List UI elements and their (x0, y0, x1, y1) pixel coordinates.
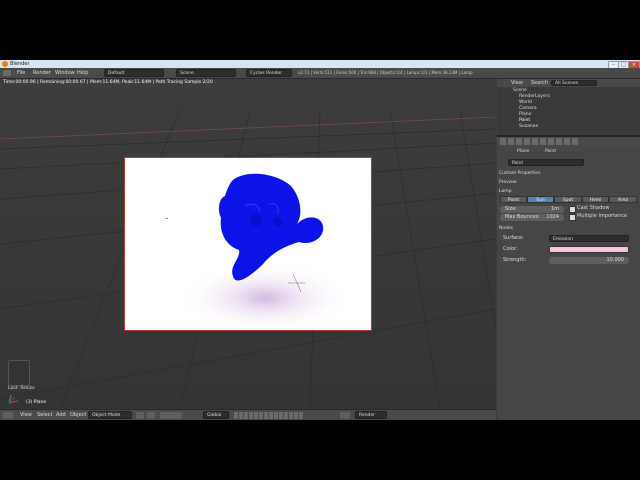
render-engine-select[interactable]: Cycles Render (246, 69, 292, 77)
blender-logo-icon (2, 61, 8, 67)
breadcrumb-object: Plane (517, 149, 530, 154)
info-header: File Render Window Help Default Scene Cy… (0, 68, 640, 79)
max-bounces-value: 1024 (546, 214, 559, 220)
window-title: Blender (10, 61, 30, 67)
lamp-datablock-name[interactable]: Point (508, 159, 584, 166)
emission-color-swatch[interactable] (549, 246, 629, 253)
render-status: Time:00:00.96 | Remaining:00:00.67 | Mem… (3, 80, 213, 85)
lamp-type-spot[interactable]: Spot (554, 196, 582, 203)
panel-preview[interactable]: Preview (499, 179, 638, 186)
editor-type-icon[interactable] (3, 70, 11, 76)
menu-object[interactable]: Object (70, 411, 86, 419)
lamp-type-sun[interactable]: Sun (527, 196, 554, 203)
mode-select[interactable]: Object Mode (88, 411, 132, 419)
surface-shader-select[interactable]: Emission (549, 235, 629, 242)
strength-field[interactable]: 10.000 (549, 257, 629, 264)
properties-context-buttons[interactable] (500, 138, 580, 145)
outliner-view-menu[interactable]: View (511, 80, 523, 86)
menu-window[interactable]: Window (55, 69, 75, 77)
max-bounces-label: Max Bounces: (505, 214, 540, 220)
lamp-type-hemi[interactable]: Hemi (582, 196, 609, 203)
lamp-size-field[interactable]: Size: 1m (500, 206, 564, 213)
outliner-header: View Search All Scenes (497, 79, 640, 87)
menu-help[interactable]: Help (77, 69, 88, 77)
outliner-item-suzanne[interactable]: Suzanne (519, 124, 538, 130)
lamp-type-row: Point Sun Spot Hemi Area (500, 196, 637, 203)
blender-window: Blender – □ × File Render Window Help De… (0, 60, 640, 420)
axis-gizmo-icon (8, 394, 19, 404)
color-label: Color: (503, 246, 518, 252)
menu-add[interactable]: Add (56, 411, 66, 419)
pivot-point-icon[interactable] (147, 412, 155, 419)
right-panel: View Search All Scenes Scene RenderLayer… (497, 79, 640, 420)
render-icon[interactable] (340, 412, 350, 419)
multiple-importance-label: Multiple Importance (577, 213, 628, 219)
max-bounces-field[interactable]: Max Bounces: 1024 (500, 214, 564, 221)
strength-value: 10.000 (606, 257, 625, 263)
cast-shadow-label: Cast Shadow (577, 205, 610, 211)
menu-render[interactable]: Render (33, 69, 51, 77)
title-bar: Blender – □ × (0, 60, 640, 69)
lamp-type-area[interactable]: Area (609, 196, 637, 203)
render-layer-name[interactable]: Render Layer (355, 411, 387, 419)
panel-custom-properties[interactable]: Custom Properties (499, 170, 638, 177)
strength-label: Strength: (503, 257, 527, 263)
menu-file[interactable]: File (17, 69, 25, 77)
viewport-shading-icon[interactable] (136, 412, 144, 419)
layer-buttons[interactable] (234, 412, 304, 419)
surface-label: Surface: (503, 235, 524, 241)
3d-viewport[interactable]: Time:00:00.96 | Remaining:00:00.67 | Mem… (0, 79, 496, 409)
size-label: Size: (505, 206, 517, 212)
scene-stats: v2.72 | Verts:511 | Faces:500 | Tris:968… (298, 70, 473, 75)
cast-shadow-checkbox[interactable] (569, 206, 576, 213)
manipulator-toggles[interactable] (160, 412, 182, 419)
viewport-header: View Select Add Object Object Mode Globa… (0, 409, 496, 420)
manipulator-icon[interactable] (8, 360, 30, 386)
screen-layout-select[interactable]: Default (104, 69, 164, 77)
panel-lamp[interactable]: Lamp (499, 188, 638, 195)
menu-view[interactable]: View (20, 411, 32, 419)
outliner-filter-select[interactable]: All Scenes (551, 80, 597, 86)
menu-select[interactable]: Select (37, 411, 52, 419)
active-object-name: (3) Plane (26, 400, 47, 405)
scene-select[interactable]: Scene (176, 69, 236, 77)
outliner[interactable]: View Search All Scenes Scene RenderLayer… (497, 79, 640, 137)
last-operator-label[interactable]: Last: Resize (8, 386, 35, 391)
editor-type-icon[interactable] (3, 412, 13, 419)
render-preview (124, 157, 372, 331)
render-image (165, 173, 350, 330)
breadcrumb-lamp: Point (545, 149, 557, 154)
size-value: 1m (550, 206, 559, 212)
panel-nodes[interactable]: Nodes (499, 225, 638, 232)
properties-tabs (497, 137, 640, 146)
lamp-type-point[interactable]: Point (500, 196, 527, 203)
transform-orientation-select[interactable]: Global (203, 411, 229, 419)
multiple-importance-checkbox[interactable] (569, 214, 576, 221)
outliner-search-menu[interactable]: Search (531, 80, 548, 86)
